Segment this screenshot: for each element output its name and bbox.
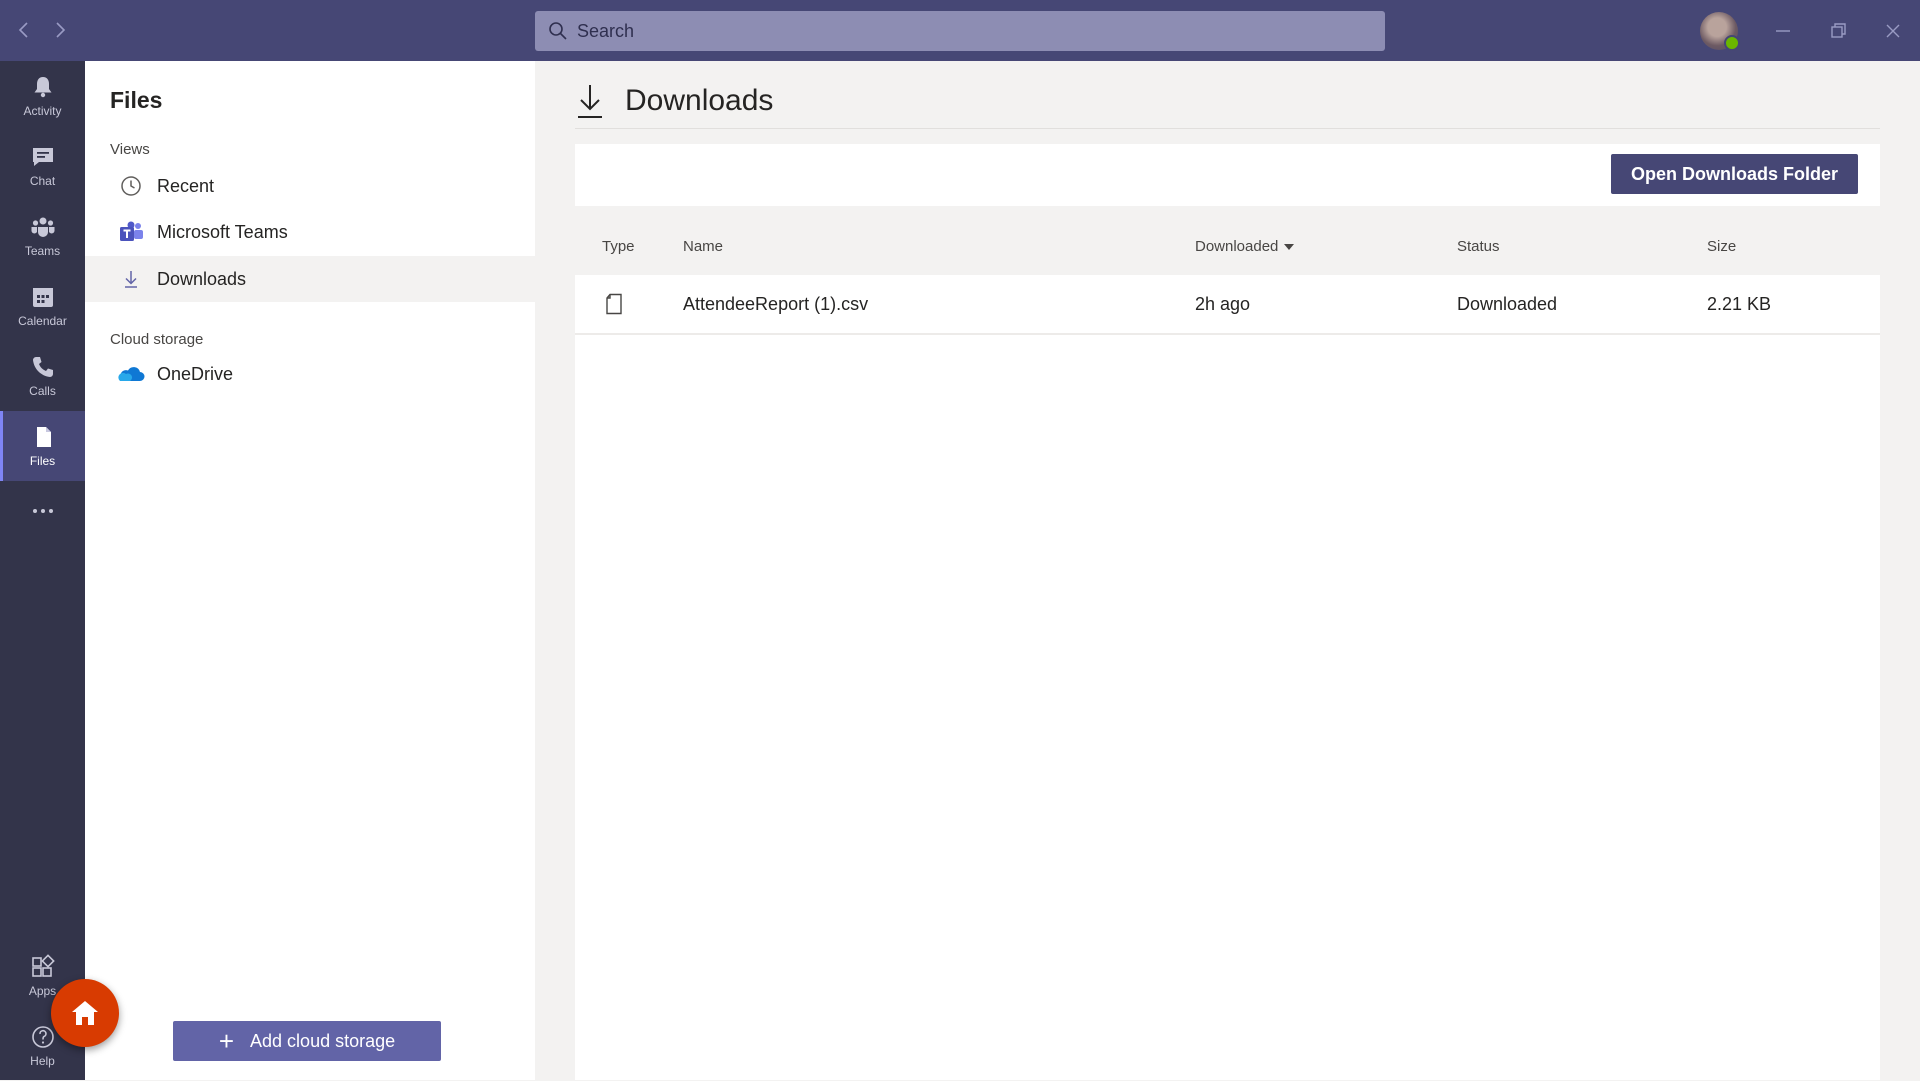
rail-item-label: Chat xyxy=(29,174,56,188)
rail-item-label: Calls xyxy=(29,384,56,398)
search-icon xyxy=(549,22,567,40)
view-item-downloads[interactable]: Downloads xyxy=(85,256,535,302)
rail-item-activity[interactable]: Activity xyxy=(0,61,85,131)
rail-item-calendar[interactable]: Calendar xyxy=(0,271,85,341)
rail-item-label: Activity xyxy=(23,104,62,118)
rail-item-more[interactable] xyxy=(0,481,85,541)
rail-item-files[interactable]: Files xyxy=(0,411,85,481)
teams-icon xyxy=(31,217,54,237)
cloud-storage-section-label: Cloud storage xyxy=(110,331,204,348)
file-icon xyxy=(36,427,51,447)
column-header-type[interactable]: Type xyxy=(602,238,635,255)
apps-icon xyxy=(31,954,55,977)
title-bar: Search xyxy=(0,0,1920,61)
page-title: Downloads xyxy=(625,84,774,117)
views-section-label: Views xyxy=(110,141,150,158)
search-placeholder: Search xyxy=(577,20,635,41)
view-item-microsoft-teams[interactable]: Microsoft Teams xyxy=(85,209,535,255)
download-icon xyxy=(578,85,602,118)
back-arrow-icon[interactable] xyxy=(12,18,36,42)
panel-title: Files xyxy=(110,87,163,113)
phone-icon xyxy=(32,357,53,377)
rail-item-teams[interactable]: Teams xyxy=(0,201,85,271)
add-cloud-storage-label: Add cloud storage xyxy=(250,1030,396,1051)
toolbar: Open Downloads Folder xyxy=(575,144,1880,206)
restore-icon[interactable] xyxy=(1823,16,1853,46)
rail-item-label: Calendar xyxy=(18,314,67,328)
onedrive-icon xyxy=(117,360,145,388)
file-size: 2.21 KB xyxy=(1707,293,1772,314)
teams-logo-icon xyxy=(117,218,145,246)
home-icon xyxy=(72,1001,98,1025)
column-header-downloaded[interactable]: Downloaded xyxy=(1195,238,1295,255)
clock-icon xyxy=(117,172,145,200)
column-header-label: Downloaded xyxy=(1195,238,1279,255)
calendar-icon xyxy=(32,288,53,307)
rail-item-label: Apps xyxy=(28,984,57,998)
rail-item-chat[interactable]: Chat xyxy=(0,131,85,201)
rail-item-label: Teams xyxy=(24,244,61,258)
add-cloud-storage-button[interactable]: + Add cloud storage xyxy=(173,1021,441,1061)
rail-item-label: Help xyxy=(30,1054,55,1068)
column-header-status[interactable]: Status xyxy=(1457,238,1500,255)
avatar[interactable] xyxy=(1700,12,1740,51)
file-status: Downloaded xyxy=(1457,293,1558,314)
view-item-label: Downloads xyxy=(157,268,247,289)
file-downloaded-time: 2h ago xyxy=(1195,293,1251,314)
plus-icon: + xyxy=(218,1026,235,1056)
download-icon xyxy=(117,265,145,293)
file-name[interactable]: AttendeeReport (1).csv xyxy=(683,275,868,333)
main-content: Downloads Open Downloads Folder Type Nam… xyxy=(535,61,1920,1080)
minimize-icon[interactable] xyxy=(1768,16,1798,46)
cloud-item-label: OneDrive xyxy=(157,363,234,384)
chat-icon xyxy=(32,148,53,166)
forward-arrow-icon[interactable] xyxy=(48,18,72,42)
rail-item-calls[interactable]: Calls xyxy=(0,341,85,411)
view-item-label: Microsoft Teams xyxy=(157,221,288,242)
document-icon xyxy=(605,275,623,333)
column-header-name[interactable]: Name xyxy=(683,238,723,255)
sort-descending-icon xyxy=(1284,244,1295,251)
open-downloads-folder-button[interactable]: Open Downloads Folder xyxy=(1610,154,1858,194)
page-header: Downloads xyxy=(575,81,773,121)
file-table: AttendeeReport (1).csv 2h ago Downloaded… xyxy=(575,275,1880,1080)
close-icon[interactable] xyxy=(1878,16,1908,46)
view-item-label: Recent xyxy=(157,175,215,196)
home-button[interactable] xyxy=(51,979,119,1047)
column-header-size[interactable]: Size xyxy=(1707,238,1736,255)
presence-badge xyxy=(1724,35,1740,51)
header-divider xyxy=(575,128,1880,129)
more-icon xyxy=(32,509,53,513)
rail-item-label: Files xyxy=(29,454,56,468)
cloud-item-onedrive[interactable]: OneDrive xyxy=(85,351,535,397)
app-rail: Activity Chat Teams Calendar Calls Files… xyxy=(0,61,85,1080)
files-panel: Files Views Recent Microsoft Teams Downl… xyxy=(85,61,535,1080)
bell-icon xyxy=(34,77,51,98)
table-row[interactable]: AttendeeReport (1).csv 2h ago Downloaded… xyxy=(575,275,1880,335)
view-item-recent[interactable]: Recent xyxy=(85,163,535,209)
search-input[interactable]: Search xyxy=(535,11,1385,51)
help-icon xyxy=(31,1026,54,1048)
